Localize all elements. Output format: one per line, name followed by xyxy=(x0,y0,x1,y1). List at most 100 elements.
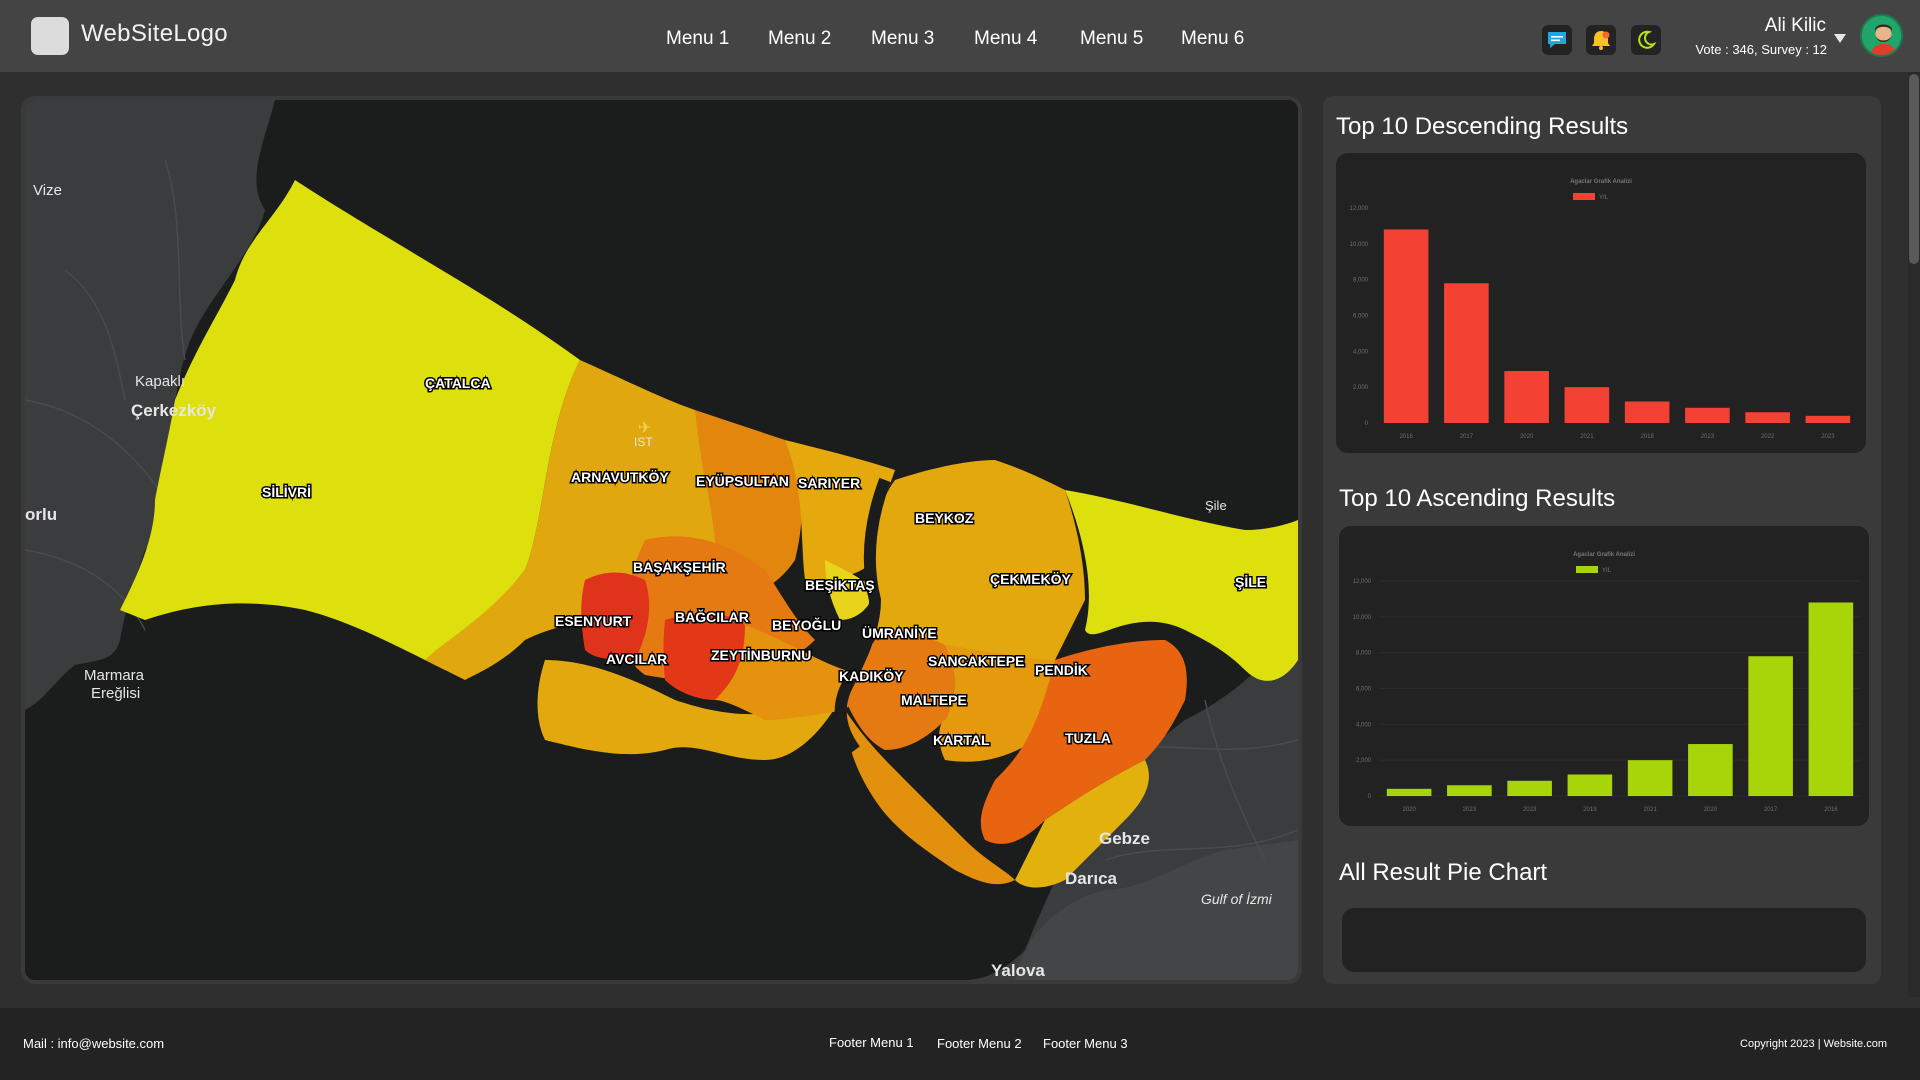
x-tick-label: 2020 xyxy=(1704,807,1718,813)
footer-mail[interactable]: Mail : info@website.com xyxy=(23,1036,164,1051)
label-besiktas: BEŞİKTAŞ xyxy=(805,577,875,593)
x-tick-label: 2023 xyxy=(1463,807,1477,813)
legend-swatch xyxy=(1576,566,1598,573)
results-panel: Top 10 Descending Results Agaclar Grafik… xyxy=(1323,96,1881,984)
bar xyxy=(1386,788,1432,796)
label-maltepe: MALTEPE xyxy=(901,692,967,708)
pie-title: All Result Pie Chart xyxy=(1339,859,1548,886)
label-basaksehir: BAŞAKŞEHİR xyxy=(633,559,726,575)
y-tick-label: 2,000 xyxy=(1353,385,1369,391)
bar xyxy=(1564,387,1610,423)
chevron-down-icon[interactable] xyxy=(1834,34,1846,43)
chat-icon[interactable] xyxy=(1542,25,1572,55)
y-tick-label: 4,000 xyxy=(1356,722,1372,728)
y-tick-label: 6,000 xyxy=(1353,314,1369,320)
bar xyxy=(1805,415,1851,423)
label-sariyer: SARIYER xyxy=(798,475,860,491)
label-zeytinburnu: ZEYTİNBURNU xyxy=(711,647,811,663)
avatar[interactable] xyxy=(1860,14,1903,57)
footer-copyright: Copyright 2023 | Website.com xyxy=(1740,1038,1887,1050)
place-eregli: Ereğlisi xyxy=(91,685,140,702)
nav-menu-3[interactable]: Menu 3 xyxy=(871,28,934,50)
footer-menu-3[interactable]: Footer Menu 3 xyxy=(1043,1036,1128,1051)
place-darica: Darıca xyxy=(1065,869,1118,888)
y-tick-label: 6,000 xyxy=(1356,687,1372,693)
descending-bar-chart: Agaclar Grafik Analizi YIL 0 2,000 4,000 6,00… xyxy=(1350,179,1851,440)
bar xyxy=(1624,401,1670,423)
label-kadikoy: KADIKÖY xyxy=(839,668,904,684)
label-esenyurt: ESENYURT xyxy=(555,613,632,629)
x-tick-label: 2017 xyxy=(1460,434,1474,440)
y-tick-label: 10,000 xyxy=(1350,242,1369,248)
pie-chart-card xyxy=(1342,908,1866,972)
label-eyupsultan: EYÜPSULTAN xyxy=(696,473,789,489)
y-tick-label: 10,000 xyxy=(1353,615,1372,621)
place-gebze: Gebze xyxy=(1099,829,1150,848)
label-beyoglu: BEYOĞLU xyxy=(772,616,841,633)
label-tuzla: TUZLA xyxy=(1065,730,1111,746)
x-tick-label: 2016 xyxy=(1399,434,1413,440)
y-tick-label: 0 xyxy=(1368,794,1372,800)
top-header: WebSiteLogo Menu 1 Menu 2 Menu 3 Menu 4 … xyxy=(0,0,1920,72)
label-sile: ŞİLE xyxy=(1235,574,1266,590)
label-cekmekoy: ÇEKMEKÖY xyxy=(990,571,1072,587)
label-pendik: PENDİK xyxy=(1035,662,1088,678)
bar xyxy=(1447,785,1492,796)
place-ist: IST xyxy=(634,435,653,449)
label-kartal: KARTAL xyxy=(933,732,990,748)
x-tick-label: 2019 xyxy=(1583,807,1597,813)
nav-menu-2[interactable]: Menu 2 xyxy=(768,28,831,50)
legend-swatch xyxy=(1573,193,1595,200)
label-umraniye: ÜMRANİYE xyxy=(862,625,937,641)
label-catalca: ÇATALCA xyxy=(425,375,491,391)
y-tick-label: 0 xyxy=(1365,421,1369,427)
label-avcilar: AVCILAR xyxy=(606,651,667,667)
footer-menu-2[interactable]: Footer Menu 2 xyxy=(937,1036,1022,1051)
bar xyxy=(1685,407,1730,423)
label-sancaktepe: SANCAKTEPE xyxy=(928,653,1024,669)
ascending-bar-chart: Agaclar Grafik Analizi YIL 0 2,000 4,000 6,00… xyxy=(1353,552,1861,813)
footer-menu-1[interactable]: Footer Menu 1 xyxy=(829,1035,914,1050)
nav-menu-6[interactable]: Menu 6 xyxy=(1181,28,1244,50)
district-map[interactable]: Vize Kapaklı Çerkezköy orlu Marmara Ereğ… xyxy=(21,96,1302,984)
label-bagcilar: BAĞCILAR xyxy=(675,608,749,625)
bar xyxy=(1688,744,1733,796)
x-tick-label: 2023 xyxy=(1523,807,1537,813)
ascending-title: Top 10 Ascending Results xyxy=(1339,485,1616,512)
x-tick-label: 2021 xyxy=(1580,434,1594,440)
nav-menu-4[interactable]: Menu 4 xyxy=(974,28,1037,50)
bar xyxy=(1444,283,1489,423)
y-tick-label: 12,000 xyxy=(1353,579,1372,585)
moon-icon[interactable] xyxy=(1631,25,1661,55)
bar xyxy=(1504,371,1549,423)
place-corlu: orlu xyxy=(25,505,57,524)
y-tick-label: 8,000 xyxy=(1356,651,1372,657)
x-tick-label: 2021 xyxy=(1643,807,1657,813)
place-vize: Vize xyxy=(33,182,62,199)
chart-title: Agaclar Grafik Analizi xyxy=(1570,179,1632,185)
legend-label: YIL xyxy=(1599,195,1609,201)
user-stats: Vote : 346, Survey : 12 xyxy=(1695,42,1827,57)
bar xyxy=(1383,229,1429,423)
airport-icon: ✈ xyxy=(638,418,651,437)
page-scrollbar-thumb[interactable] xyxy=(1909,74,1919,264)
place-gulf-of-izmit: Gulf of İzmi xyxy=(1201,891,1273,907)
bar xyxy=(1745,412,1790,423)
label-silivri: SİLİVRİ xyxy=(262,484,311,500)
bell-icon[interactable] xyxy=(1586,25,1616,55)
user-name[interactable]: Ali Kilic xyxy=(1765,15,1826,37)
nav-menu-5[interactable]: Menu 5 xyxy=(1080,28,1143,50)
label-beykoz: BEYKOZ xyxy=(915,510,974,526)
x-tick-label: 2016 xyxy=(1824,807,1838,813)
place-marmara: Marmara xyxy=(84,667,145,684)
place-kapakli: Kapaklı xyxy=(135,373,185,390)
x-tick-label: 2017 xyxy=(1764,807,1778,813)
x-tick-label: 2020 xyxy=(1520,434,1534,440)
x-tick-label: 2023 xyxy=(1701,434,1715,440)
place-yalova: Yalova xyxy=(991,961,1045,980)
bar xyxy=(1567,774,1613,796)
y-tick-label: 2,000 xyxy=(1356,758,1372,764)
nav-menu-1[interactable]: Menu 1 xyxy=(666,28,729,50)
legend-label: YIL xyxy=(1602,568,1612,574)
x-tick-label: 2023 xyxy=(1821,434,1835,440)
